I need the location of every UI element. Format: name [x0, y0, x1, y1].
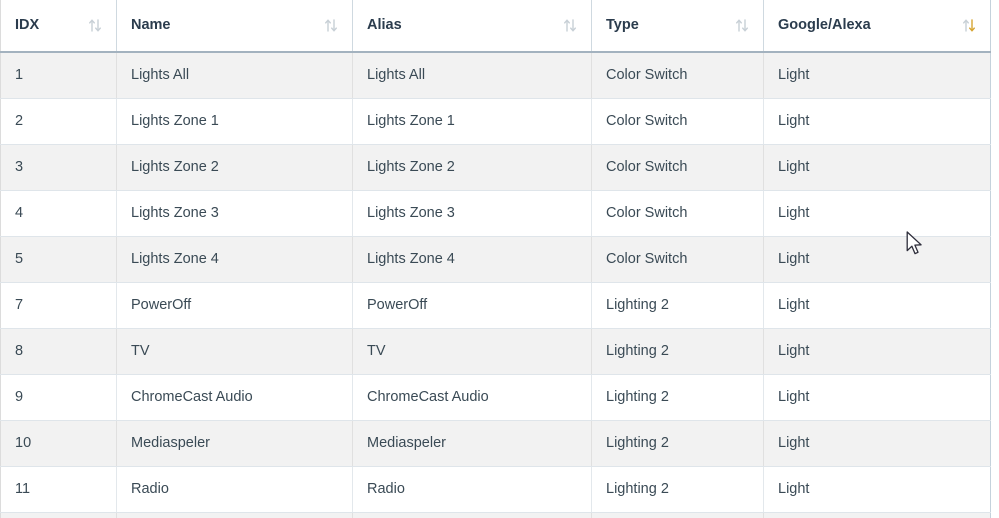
column-header-assist[interactable]: Google/Alexa: [763, 0, 991, 53]
column-header-label-idx: IDX: [15, 17, 40, 34]
cell-name: Lights All: [116, 52, 353, 99]
cell-assist: Light: [763, 420, 991, 467]
cell-name: Lights Zone 1: [116, 98, 353, 145]
column-header-label-alias: Alias: [367, 17, 402, 34]
table-row[interactable]: 4 Lights Zone 3 Lights Zone 3 Color Switch L…: [0, 190, 991, 237]
cell-type: Color Switch: [591, 144, 764, 191]
cell-type: Lighting 2: [591, 374, 764, 421]
cell-assist: Light: [763, 98, 991, 145]
table-row[interactable]: 5 Lights Zone 4 Lights Zone 4 Color Switch L…: [0, 236, 991, 283]
table-row[interactable]: [0, 512, 991, 518]
cell-alias: Lights All: [352, 52, 592, 99]
table-row[interactable]: 2 Lights Zone 1 Lights Zone 1 Color Switch L…: [0, 98, 991, 145]
cell-type: Lighting 2: [591, 466, 764, 513]
column-header-type[interactable]: Type: [591, 0, 764, 53]
column-header-label-name: Name: [131, 17, 171, 34]
column-header-label-assist: Google/Alexa: [778, 17, 871, 34]
sort-updown-icon[interactable]: [563, 18, 577, 33]
cell-type: Color Switch: [591, 52, 764, 99]
cell-name: Radio: [116, 466, 353, 513]
cell-assist: Light: [763, 52, 991, 99]
column-header-name[interactable]: Name: [116, 0, 353, 53]
cell-idx: 10: [0, 420, 117, 467]
cell-name: Lights Zone 4: [116, 236, 353, 283]
sort-updown-icon[interactable]: [88, 18, 102, 33]
cell-idx: 9: [0, 374, 117, 421]
table-body: 1 Lights All Lights All Color Switch Light 2 L…: [0, 52, 991, 518]
cell-type: Color Switch: [591, 98, 764, 145]
cell-alias: PowerOff: [352, 282, 592, 329]
sort-updown-icon[interactable]: [324, 18, 338, 33]
cell-idx: 1: [0, 52, 117, 99]
table-row[interactable]: 9 ChromeCast Audio ChromeCast Audio Lightin…: [0, 374, 991, 421]
column-header-label-type: Type: [606, 17, 639, 34]
cell-idx: 5: [0, 236, 117, 283]
sort-updown-icon[interactable]: [962, 18, 976, 33]
sort-updown-icon[interactable]: [735, 18, 749, 33]
cell-alias: Lights Zone 4: [352, 236, 592, 283]
table-row[interactable]: 11 Radio Radio Lighting 2 Light: [0, 466, 991, 513]
cell-assist: Light: [763, 236, 991, 283]
cell-alias: TV: [352, 328, 592, 375]
device-table: IDX Name Alias Type Google/Alexa 1 Lights All…: [0, 0, 991, 518]
cell-alias: Lights Zone 1: [352, 98, 592, 145]
cell-type: Lighting 2: [591, 420, 764, 467]
table-header: IDX Name Alias Type Google/Alexa: [0, 0, 991, 53]
cell-idx: [0, 512, 117, 518]
cell-assist: [763, 512, 991, 518]
cell-name: [116, 512, 353, 518]
table-row[interactable]: 3 Lights Zone 2 Lights Zone 2 Color Switch L…: [0, 144, 991, 191]
cell-assist: Light: [763, 328, 991, 375]
cell-type: [591, 512, 764, 518]
cell-assist: Light: [763, 144, 991, 191]
device-table-container: IDX Name Alias Type Google/Alexa 1 Lights All…: [0, 0, 999, 518]
table-row[interactable]: 1 Lights All Lights All Color Switch Light: [0, 52, 991, 99]
cell-name: Lights Zone 3: [116, 190, 353, 237]
cell-alias: Mediaspeler: [352, 420, 592, 467]
table-row[interactable]: 7 PowerOff PowerOff Lighting 2 Light: [0, 282, 991, 329]
cell-idx: 7: [0, 282, 117, 329]
cell-name: Lights Zone 2: [116, 144, 353, 191]
table-header-row: IDX Name Alias Type Google/Alexa: [0, 0, 991, 53]
cell-type: Lighting 2: [591, 328, 764, 375]
cell-name: PowerOff: [116, 282, 353, 329]
cell-type: Color Switch: [591, 236, 764, 283]
cell-name: ChromeCast Audio: [116, 374, 353, 421]
cell-alias: [352, 512, 592, 518]
column-header-idx[interactable]: IDX: [0, 0, 117, 53]
cell-name: Mediaspeler: [116, 420, 353, 467]
cell-type: Color Switch: [591, 190, 764, 237]
column-header-alias[interactable]: Alias: [352, 0, 592, 53]
cell-name: TV: [116, 328, 353, 375]
cell-alias: Lights Zone 3: [352, 190, 592, 237]
cell-type: Lighting 2: [591, 282, 764, 329]
cell-assist: Light: [763, 282, 991, 329]
cell-assist: Light: [763, 190, 991, 237]
table-row[interactable]: 10 Mediaspeler Mediaspeler Lighting 2 Light: [0, 420, 991, 467]
cell-alias: ChromeCast Audio: [352, 374, 592, 421]
cell-assist: Light: [763, 466, 991, 513]
cell-idx: 3: [0, 144, 117, 191]
cell-idx: 8: [0, 328, 117, 375]
cell-alias: Lights Zone 2: [352, 144, 592, 191]
cell-idx: 11: [0, 466, 117, 513]
cell-idx: 2: [0, 98, 117, 145]
cell-idx: 4: [0, 190, 117, 237]
table-row[interactable]: 8 TV TV Lighting 2 Light: [0, 328, 991, 375]
cell-assist: Light: [763, 374, 991, 421]
cell-alias: Radio: [352, 466, 592, 513]
